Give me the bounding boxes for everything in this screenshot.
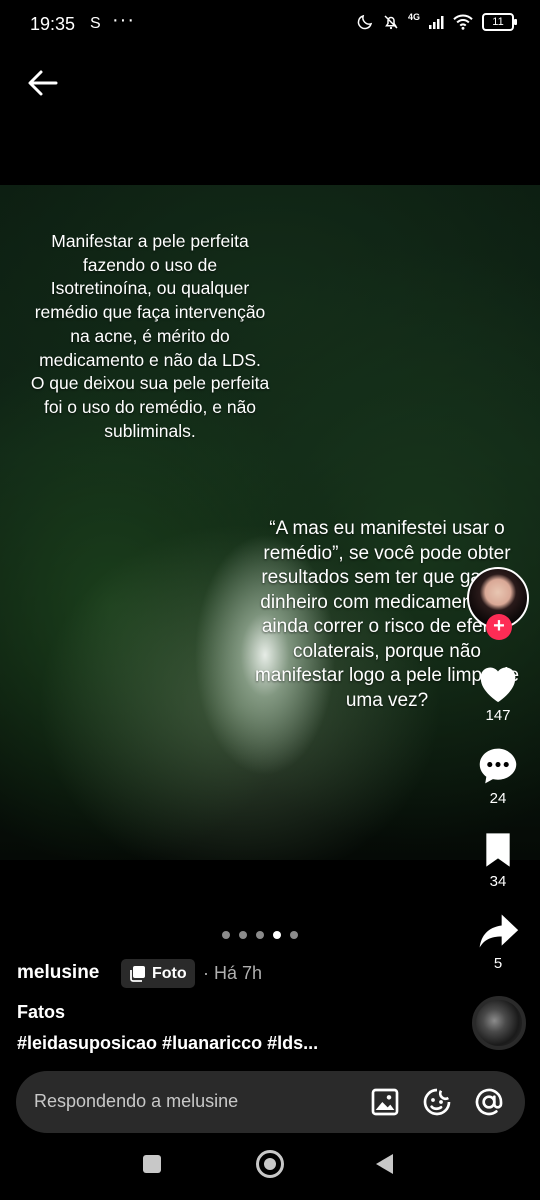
back-arrow-icon[interactable] bbox=[26, 66, 60, 100]
bookmark-icon bbox=[486, 833, 510, 867]
follow-plus-button[interactable]: + bbox=[486, 614, 512, 640]
post-photo[interactable]: Manifestar a pele perfeita fazendo o uso… bbox=[0, 185, 540, 860]
share-count: 5 bbox=[493, 955, 503, 972]
mention-icon[interactable] bbox=[473, 1086, 505, 1118]
reply-input[interactable]: Respondendo a melusine bbox=[34, 1091, 238, 1112]
caption-hashtags[interactable]: #leidasuposicao #luanaricco #lds... bbox=[17, 1033, 318, 1054]
more-notifications-icon: ··· bbox=[112, 9, 135, 31]
share-arrow-icon bbox=[479, 914, 519, 948]
reply-bar[interactable]: Respondendo a melusine bbox=[16, 1071, 525, 1133]
status-icons: 4G 11 bbox=[356, 12, 517, 31]
home-button[interactable] bbox=[256, 1150, 284, 1178]
save-count: 34 bbox=[489, 873, 507, 890]
comment-button[interactable]: 24 bbox=[468, 745, 528, 807]
emoji-icon[interactable] bbox=[421, 1086, 453, 1118]
carousel-dot[interactable] bbox=[239, 931, 247, 939]
back-nav-icon[interactable] bbox=[373, 1152, 395, 1176]
home-button-dot bbox=[264, 1158, 276, 1170]
wifi-icon bbox=[453, 14, 473, 30]
heart-icon bbox=[480, 667, 516, 703]
carousel-dot-active[interactable] bbox=[273, 931, 281, 939]
post-username[interactable]: melusine bbox=[17, 962, 99, 984]
recent-apps-button[interactable] bbox=[143, 1155, 161, 1173]
carousel-dot[interactable] bbox=[290, 931, 298, 939]
carousel-dot[interactable] bbox=[222, 931, 230, 939]
battery-icon: 11 bbox=[482, 13, 517, 31]
share-button[interactable]: 5 bbox=[468, 910, 528, 972]
moon-icon bbox=[357, 14, 373, 30]
post-time-ago: · Há 7h bbox=[203, 963, 263, 983]
status-bar: 19:35 S ··· 4G 11 bbox=[0, 0, 540, 50]
comment-icon bbox=[479, 748, 517, 784]
caption-title: Fatos bbox=[17, 1002, 66, 1022]
photo-overlay-text-top: Manifestar a pele perfeita fazendo o uso… bbox=[30, 231, 270, 441]
photo-badge: Foto bbox=[121, 959, 195, 988]
battery-level: 11 bbox=[492, 16, 504, 28]
photo-stack-icon bbox=[130, 965, 145, 982]
network-type: 4G bbox=[407, 12, 420, 22]
carousel-indicator bbox=[222, 931, 298, 939]
status-time: 19:35 bbox=[30, 14, 76, 34]
carrier-icon: S bbox=[90, 15, 101, 32]
photo-badge-label: Foto bbox=[152, 964, 187, 982]
image-picker-icon[interactable] bbox=[369, 1086, 401, 1118]
signal-icon bbox=[429, 16, 444, 29]
carousel-dot[interactable] bbox=[256, 931, 264, 939]
bell-off-icon bbox=[384, 15, 398, 30]
comment-count: 24 bbox=[489, 790, 507, 807]
like-button[interactable]: 147 bbox=[468, 662, 528, 724]
save-button[interactable]: 34 bbox=[468, 830, 528, 890]
music-disc-avatar[interactable] bbox=[472, 996, 526, 1050]
like-count: 147 bbox=[485, 707, 511, 724]
